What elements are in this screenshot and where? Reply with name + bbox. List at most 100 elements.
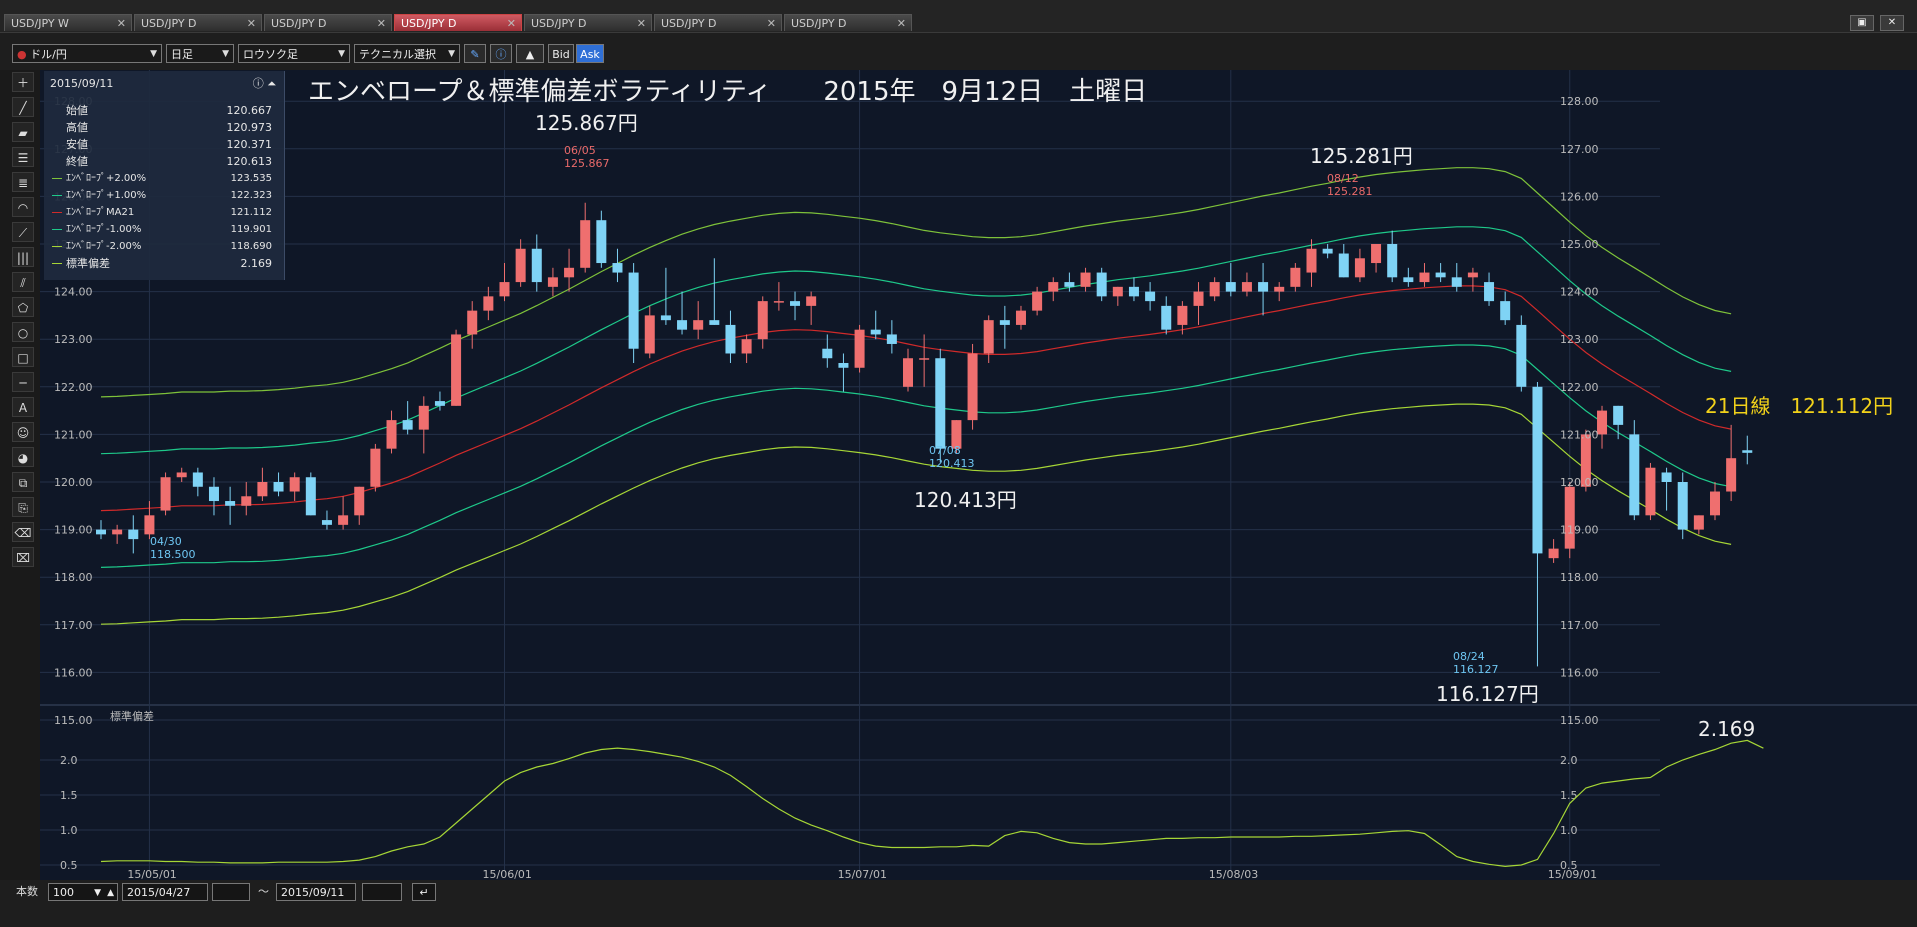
chart-svg[interactable]: 115.00 115.00 116.00 116.00 117.00 117.00 118.… bbox=[40, 70, 1917, 880]
eraser-all-icon[interactable]: ⌧ bbox=[12, 547, 34, 567]
from-date-field[interactable]: 2015/04/27 bbox=[122, 883, 208, 901]
legend-swatch bbox=[52, 263, 62, 264]
price-tick-label-left: 117.00 bbox=[54, 619, 93, 632]
std-dev-tick-label: 2.0 bbox=[1560, 754, 1578, 767]
close-window-button[interactable]: ✕ bbox=[1880, 15, 1904, 31]
tab-usdjpy-d-6[interactable]: USD/JPY D ✕ bbox=[784, 14, 912, 31]
tab-usdjpy-d-2[interactable]: USD/JPY D ✕ bbox=[264, 14, 392, 31]
ask-button[interactable]: Ask bbox=[576, 44, 604, 63]
arc-icon[interactable]: ◠ bbox=[12, 197, 34, 217]
chevron-up-icon[interactable]: ▲ bbox=[107, 884, 114, 902]
tab-usdjpy-d-5[interactable]: USD/JPY D ✕ bbox=[654, 14, 782, 31]
candle-body bbox=[1629, 434, 1640, 516]
close-icon[interactable]: ✕ bbox=[247, 15, 256, 32]
period-select[interactable]: 日足 ▼ bbox=[166, 44, 234, 63]
tab-usdjpy-w[interactable]: USD/JPY W ✕ bbox=[4, 14, 132, 31]
candle-body bbox=[1096, 272, 1107, 297]
pencil-button[interactable]: ✎ bbox=[464, 44, 486, 63]
price-tick-label-left: 121.00 bbox=[54, 428, 93, 441]
price-tick-label: 128.00 bbox=[1560, 95, 1599, 108]
text-icon[interactable]: A bbox=[12, 397, 34, 417]
candle-body bbox=[305, 477, 316, 516]
candle-body bbox=[289, 477, 300, 492]
close-icon[interactable]: ✕ bbox=[897, 15, 906, 32]
rectangle-icon[interactable]: □ bbox=[12, 347, 34, 367]
close-icon[interactable]: ✕ bbox=[377, 15, 386, 32]
candle-body bbox=[128, 529, 139, 540]
price-tick-label-left: 119.00 bbox=[54, 524, 93, 537]
price-tick-label: 118.00 bbox=[1560, 571, 1599, 584]
info-row-env-minus2: ｴﾝﾍﾞﾛｰﾌﾟ-2.00% 118.690 bbox=[52, 239, 272, 254]
channel-icon[interactable]: ⫽ bbox=[12, 272, 34, 292]
circle-icon[interactable]: ○ bbox=[12, 322, 34, 342]
legend-swatch bbox=[52, 229, 62, 230]
maximize-button[interactable]: ▣ bbox=[1850, 15, 1874, 31]
pentagon-icon[interactable]: ⬠ bbox=[12, 297, 34, 317]
candle-body bbox=[838, 363, 849, 368]
candle-body bbox=[499, 282, 510, 297]
chart-style-button[interactable]: ▲ bbox=[516, 44, 544, 63]
copy-icon[interactable]: ⧉ bbox=[12, 472, 34, 492]
candle-body bbox=[709, 320, 720, 325]
smiley-icon[interactable]: ☺ bbox=[12, 422, 34, 442]
tab-usdjpy-d-active[interactable]: USD/JPY D ✕ bbox=[394, 14, 522, 31]
close-icon[interactable]: ✕ bbox=[117, 15, 126, 32]
count-stepper[interactable]: 100 ▼ ▲ bbox=[48, 883, 118, 901]
to-date-field[interactable]: 2015/09/11 bbox=[276, 883, 356, 901]
candle-body bbox=[612, 263, 623, 273]
info-label: 高値 bbox=[66, 121, 88, 134]
chevron-down-icon: ▼ bbox=[150, 49, 157, 59]
toolbar: ● ドル/円 ▼ 日足 ▼ ロウソク足 ▼ テクニカル選択 ▼ ✎ ⓘ ▲ Bid As… bbox=[0, 33, 1917, 70]
tab-usdjpy-d-1[interactable]: USD/JPY D ✕ bbox=[134, 14, 262, 31]
bottom-bar: 本数 100 ▼ ▲ 2015/04/27 〜 2015/09/11 ↵ bbox=[0, 880, 1917, 927]
info-row-env-minus1: ｴﾝﾍﾞﾛｰﾌﾟ-1.00% 119.901 bbox=[52, 222, 272, 237]
collapse-icon[interactable]: ⏶ bbox=[267, 77, 276, 90]
fibonacci-icon[interactable]: ≣ bbox=[12, 172, 34, 192]
price-tick-label: 116.00 bbox=[1560, 666, 1599, 679]
candle-body bbox=[241, 496, 252, 506]
trend-line-icon[interactable]: ╱ bbox=[12, 97, 34, 117]
chart-type-select[interactable]: ロウソク足 ▼ bbox=[238, 44, 350, 63]
eraser-icon[interactable]: ⌫ bbox=[12, 522, 34, 542]
paste-icon[interactable]: ⎘ bbox=[12, 497, 34, 517]
apply-button[interactable]: ↵ bbox=[412, 883, 436, 901]
tab-usdjpy-d-4[interactable]: USD/JPY D ✕ bbox=[524, 14, 652, 31]
date-tick-label: 15/05/01 bbox=[127, 868, 176, 880]
info-icon[interactable]: ⓘ bbox=[253, 77, 264, 90]
price-tick-label-left: 120.00 bbox=[54, 476, 93, 489]
info-value: 121.112 bbox=[230, 207, 272, 218]
candle-body bbox=[1742, 450, 1753, 453]
chevron-down-icon[interactable]: ▼ bbox=[94, 884, 101, 902]
high-label-1: 125.867円 bbox=[535, 111, 638, 135]
info-value: 120.973 bbox=[226, 121, 273, 134]
magnet-icon[interactable]: ◕ bbox=[12, 447, 34, 467]
line-icon[interactable]: ─ bbox=[12, 372, 34, 392]
technical-select[interactable]: テクニカル選択 ▼ bbox=[354, 44, 460, 63]
close-icon[interactable]: ✕ bbox=[637, 15, 646, 32]
close-icon[interactable]: ✕ bbox=[507, 15, 516, 32]
currency-pair-select[interactable]: ● ドル/円 ▼ bbox=[12, 44, 162, 63]
from-time-field[interactable] bbox=[212, 883, 250, 901]
info-button[interactable]: ⓘ bbox=[490, 44, 512, 63]
std-dev-tick-label-left: 1.5 bbox=[60, 789, 78, 802]
price-tick-label: 125.00 bbox=[1560, 238, 1599, 251]
vertical-lines-icon[interactable]: ||| bbox=[12, 247, 34, 267]
close-icon[interactable]: ✕ bbox=[767, 15, 776, 32]
chart-area[interactable]: 115.00 115.00 116.00 116.00 117.00 117.00 118.… bbox=[40, 70, 1917, 880]
price-tick-label-left: 116.00 bbox=[54, 666, 93, 679]
to-time-field[interactable] bbox=[362, 883, 402, 901]
fan-icon[interactable]: ⟋ bbox=[12, 222, 34, 242]
ruler-icon[interactable]: ▰ bbox=[12, 122, 34, 142]
candle-body bbox=[1241, 282, 1252, 292]
info-date: 2015/09/11 bbox=[50, 77, 114, 90]
candle-body bbox=[1403, 277, 1414, 283]
horizontal-lines-icon[interactable]: ☰ bbox=[12, 147, 34, 167]
price-tick-label-left: 118.00 bbox=[54, 571, 93, 584]
info-label: 終値 bbox=[66, 155, 88, 168]
info-panel-buttons[interactable]: ⓘ ⏶ bbox=[253, 75, 276, 91]
bid-button[interactable]: Bid bbox=[548, 44, 574, 63]
candle-body bbox=[225, 501, 236, 506]
crosshair-icon[interactable]: ＋ bbox=[12, 72, 34, 92]
candle-body bbox=[1177, 305, 1188, 325]
candle-body bbox=[1128, 286, 1139, 297]
